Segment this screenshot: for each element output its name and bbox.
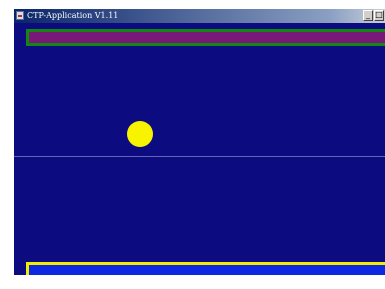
center-line [14,156,385,157]
ball [127,121,153,147]
title-bar[interactable]: CTP-Application V1.11 _ □ [14,9,385,23]
window-controls: _ □ [362,10,384,22]
game-field[interactable] [14,23,385,275]
minimize-button[interactable]: _ [363,10,373,21]
maximize-button[interactable]: □ [374,10,384,21]
window-title: CTP-Application V1.11 [27,11,119,20]
app-icon[interactable] [16,11,24,20]
application-window: CTP-Application V1.11 _ □ [14,9,385,275]
top-paddle [26,29,385,46]
bottom-paddle[interactable] [26,262,385,275]
